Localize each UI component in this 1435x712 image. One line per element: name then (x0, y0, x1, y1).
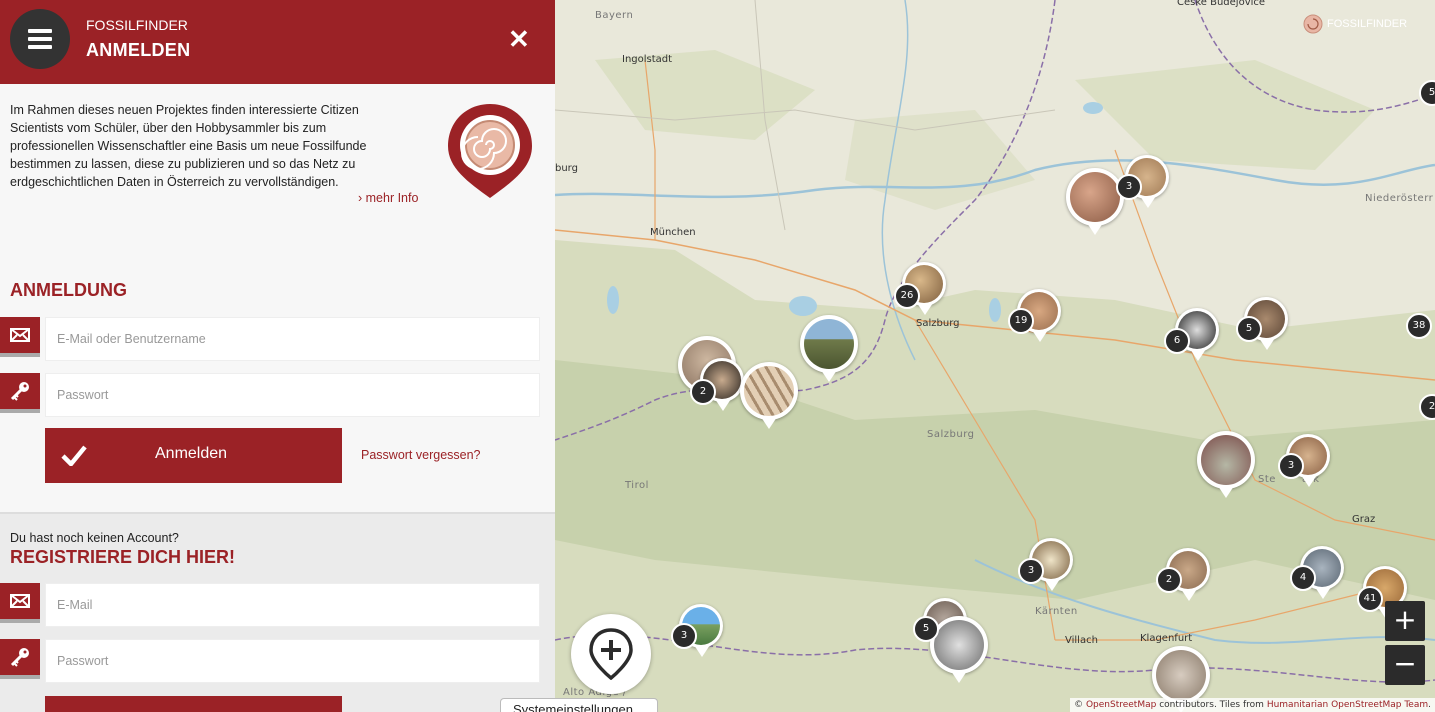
attribution-text: contributors. Tiles from (1159, 700, 1264, 710)
zoom-in-button[interactable]: + (1385, 601, 1425, 641)
more-info-link[interactable]: › mehr Info (358, 191, 418, 205)
login-password-input[interactable]: Passwort (45, 373, 540, 417)
register-heading: REGISTRIERE DICH HIER! (10, 547, 236, 567)
register-password-input[interactable]: Passwort (45, 639, 540, 683)
hot-link[interactable]: Humanitarian OpenStreetMap Team (1267, 700, 1428, 710)
page-title: ANMELDEN (86, 40, 191, 60)
map-label-bayern: Bayern (595, 10, 634, 21)
login-heading: ANMELDUNG (10, 280, 127, 300)
envelope-icon (0, 317, 40, 357)
map-label-ceske-budejovice: České Budějovice (1177, 0, 1266, 8)
login-button[interactable]: Anmelden (45, 428, 342, 483)
zoom-out-button[interactable]: − (1385, 645, 1425, 685)
osm-link[interactable]: OpenStreetMap (1086, 700, 1156, 710)
key-icon (0, 373, 40, 413)
intro-text: Im Rahmen dieses neuen Projektes finden … (10, 103, 367, 189)
register-email-input[interactable]: E-Mail (45, 583, 540, 627)
add-location-button[interactable] (571, 614, 651, 694)
map-label-tirol: Tirol (625, 480, 649, 491)
login-button-label: Anmelden (155, 445, 228, 462)
map-label-kaernten: Kärnten (1035, 606, 1078, 617)
map-label-ste: Ste (1258, 474, 1276, 485)
menu-button[interactable] (10, 9, 70, 69)
attribution-suffix: . (1428, 700, 1431, 710)
map-attribution: © OpenStreetMap contributors. Tiles from… (1070, 698, 1435, 712)
map-label-graz: Graz (1352, 514, 1376, 525)
register-button[interactable] (45, 696, 342, 712)
login-user-input[interactable]: E-Mail oder Benutzername (45, 317, 540, 361)
system-settings-tab[interactable]: Systemeinstellungen (500, 698, 658, 712)
map-label-salzburg-city: Salzburg (916, 318, 960, 329)
no-account-text: Du hast noch keinen Account? (10, 531, 179, 545)
attribution-prefix: © (1074, 700, 1084, 710)
map[interactable]: Bayern České Budějovice Ingolstadt burg … (555, 0, 1435, 712)
map-label-salzburg-state: Salzburg (927, 429, 975, 440)
fossilfinder-logo (446, 102, 534, 205)
register-password-row: Passwort (0, 639, 540, 683)
map-label-muenchen: München (650, 227, 696, 238)
envelope-icon (0, 583, 40, 623)
close-button[interactable]: ✕ (508, 26, 530, 52)
map-pin-plus-icon (589, 628, 633, 680)
map-label-niederoesterreich: Niederösterr (1365, 193, 1434, 204)
map-logo-text: FOSSILFINDER (1327, 18, 1408, 30)
map-label-ingolstadt: Ingolstadt (622, 54, 673, 65)
key-icon (0, 639, 40, 679)
register-email-row: E-Mail (0, 583, 540, 627)
ammonite-icon (1303, 14, 1323, 34)
map-label-klagenfurt: Klagenfurt (1140, 633, 1193, 644)
login-panel: FOSSILFINDER ANMELDEN ✕ Im Rahmen dieses… (0, 0, 555, 712)
ammonite-pin-icon (448, 104, 532, 198)
login-password-row: Passwort (0, 373, 540, 417)
panel-header: FOSSILFINDER ANMELDEN ✕ (0, 0, 555, 84)
forgot-password-link[interactable]: Passwort vergessen? (361, 448, 481, 462)
register-section: Du hast noch keinen Account? REGISTRIERE… (0, 512, 555, 712)
hamburger-icon (28, 29, 52, 33)
map-logo: FOSSILFINDER (1303, 14, 1407, 34)
map-label-burg: burg (555, 163, 578, 174)
map-label-villach: Villach (1065, 635, 1098, 646)
checkmark-icon (61, 445, 87, 466)
app-name: FOSSILFINDER (86, 17, 188, 33)
login-user-row: E-Mail oder Benutzername (0, 317, 540, 361)
